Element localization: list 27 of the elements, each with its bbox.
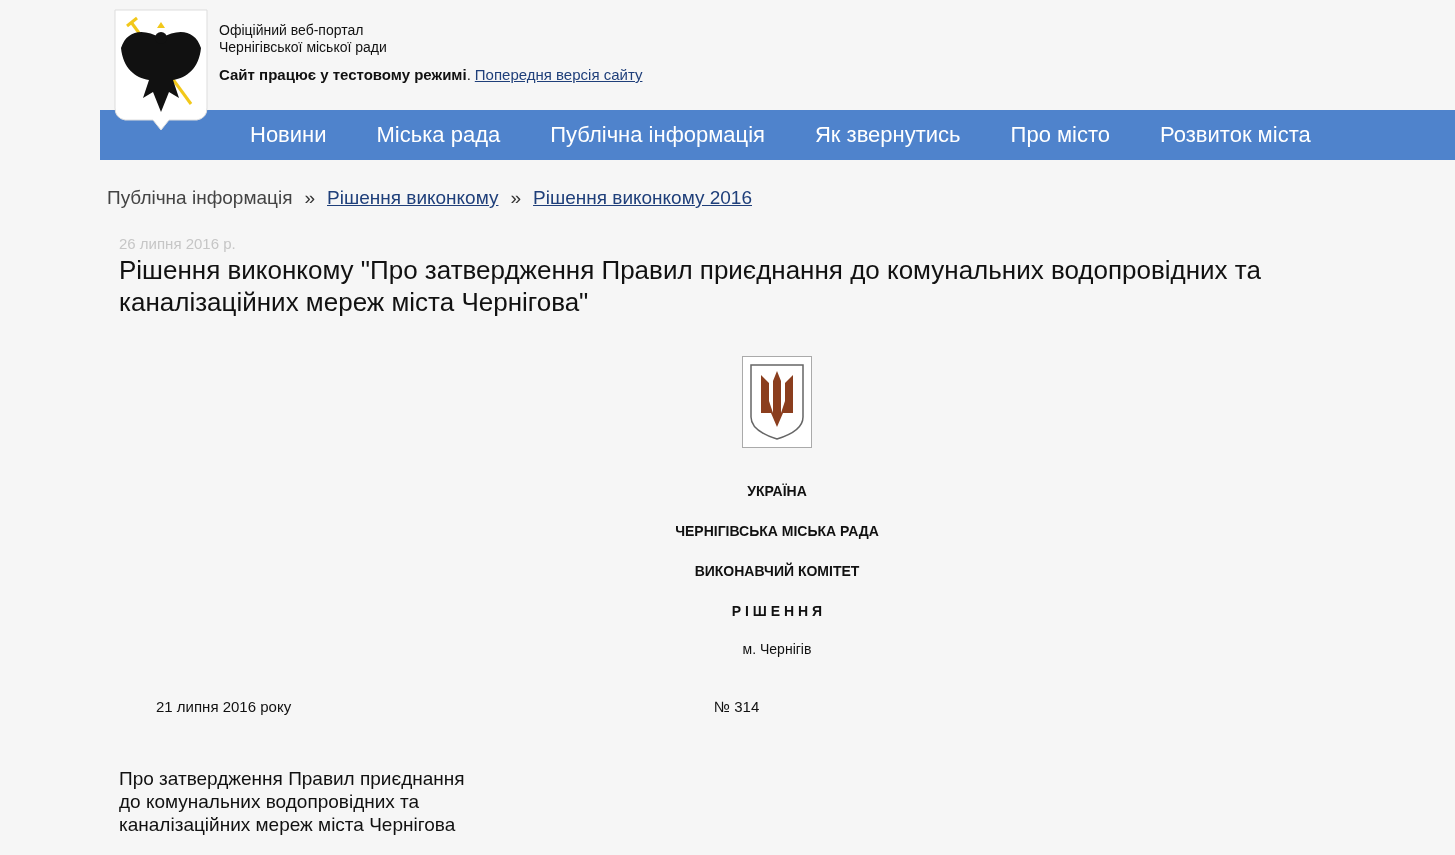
breadcrumb-separator: » xyxy=(510,187,522,209)
portal-title: Офіційний веб-портал xyxy=(219,22,365,39)
nav-link[interactable]: Про місто xyxy=(1010,122,1111,148)
nav-link[interactable]: Публічна інформація xyxy=(550,122,765,148)
decision-date: 21 липня 2016 року xyxy=(155,698,293,715)
breadcrumb-link[interactable]: Рішення виконкому xyxy=(327,187,499,209)
breadcrumb-link[interactable]: Рішення виконкому 2016 xyxy=(533,187,752,209)
test-mode-notice: Сайт працює у тестовому режимі xyxy=(219,66,467,83)
decision-subject: Про затвердження Правил приєднання до комунальних водопровідних та каналізаційних мереж міста Чернігова xyxy=(119,767,466,836)
coat-of-arms-logo[interactable] xyxy=(113,8,209,130)
nav-link[interactable]: Як звернутись xyxy=(814,122,961,148)
nav-link[interactable]: Новини xyxy=(250,122,327,148)
document-heading: ВИКОНАВЧИЙ КОМІТЕТ xyxy=(694,562,860,580)
breadcrumb-text: Публічна інформація xyxy=(107,187,293,209)
document-heading: УКРАЇНА xyxy=(747,482,807,500)
document-heading: м. Чернігів xyxy=(742,640,812,658)
document-heading: Р І Ш Е Н Н Я xyxy=(731,602,823,620)
notice-period: . xyxy=(466,66,471,83)
trident-emblem-icon xyxy=(742,356,812,448)
nav-link[interactable]: Розвиток міста xyxy=(1160,122,1311,148)
article-title: Рішення виконкому "Про затвердження Правил приєднання до комунальних водопровідних та каналізаційних мереж міста Чернігова" xyxy=(119,254,1262,318)
portal-subtitle: Чернігівської міської ради xyxy=(219,39,388,56)
previous-version-link[interactable]: Попередня версія сайту xyxy=(474,66,643,83)
decision-number: № 314 xyxy=(714,698,760,715)
document-heading: ЧЕРНІГІВСЬКА МІСЬКА РАДА xyxy=(675,522,879,540)
breadcrumb-separator: » xyxy=(304,187,316,209)
nav-link[interactable]: Міська рада xyxy=(376,122,501,148)
